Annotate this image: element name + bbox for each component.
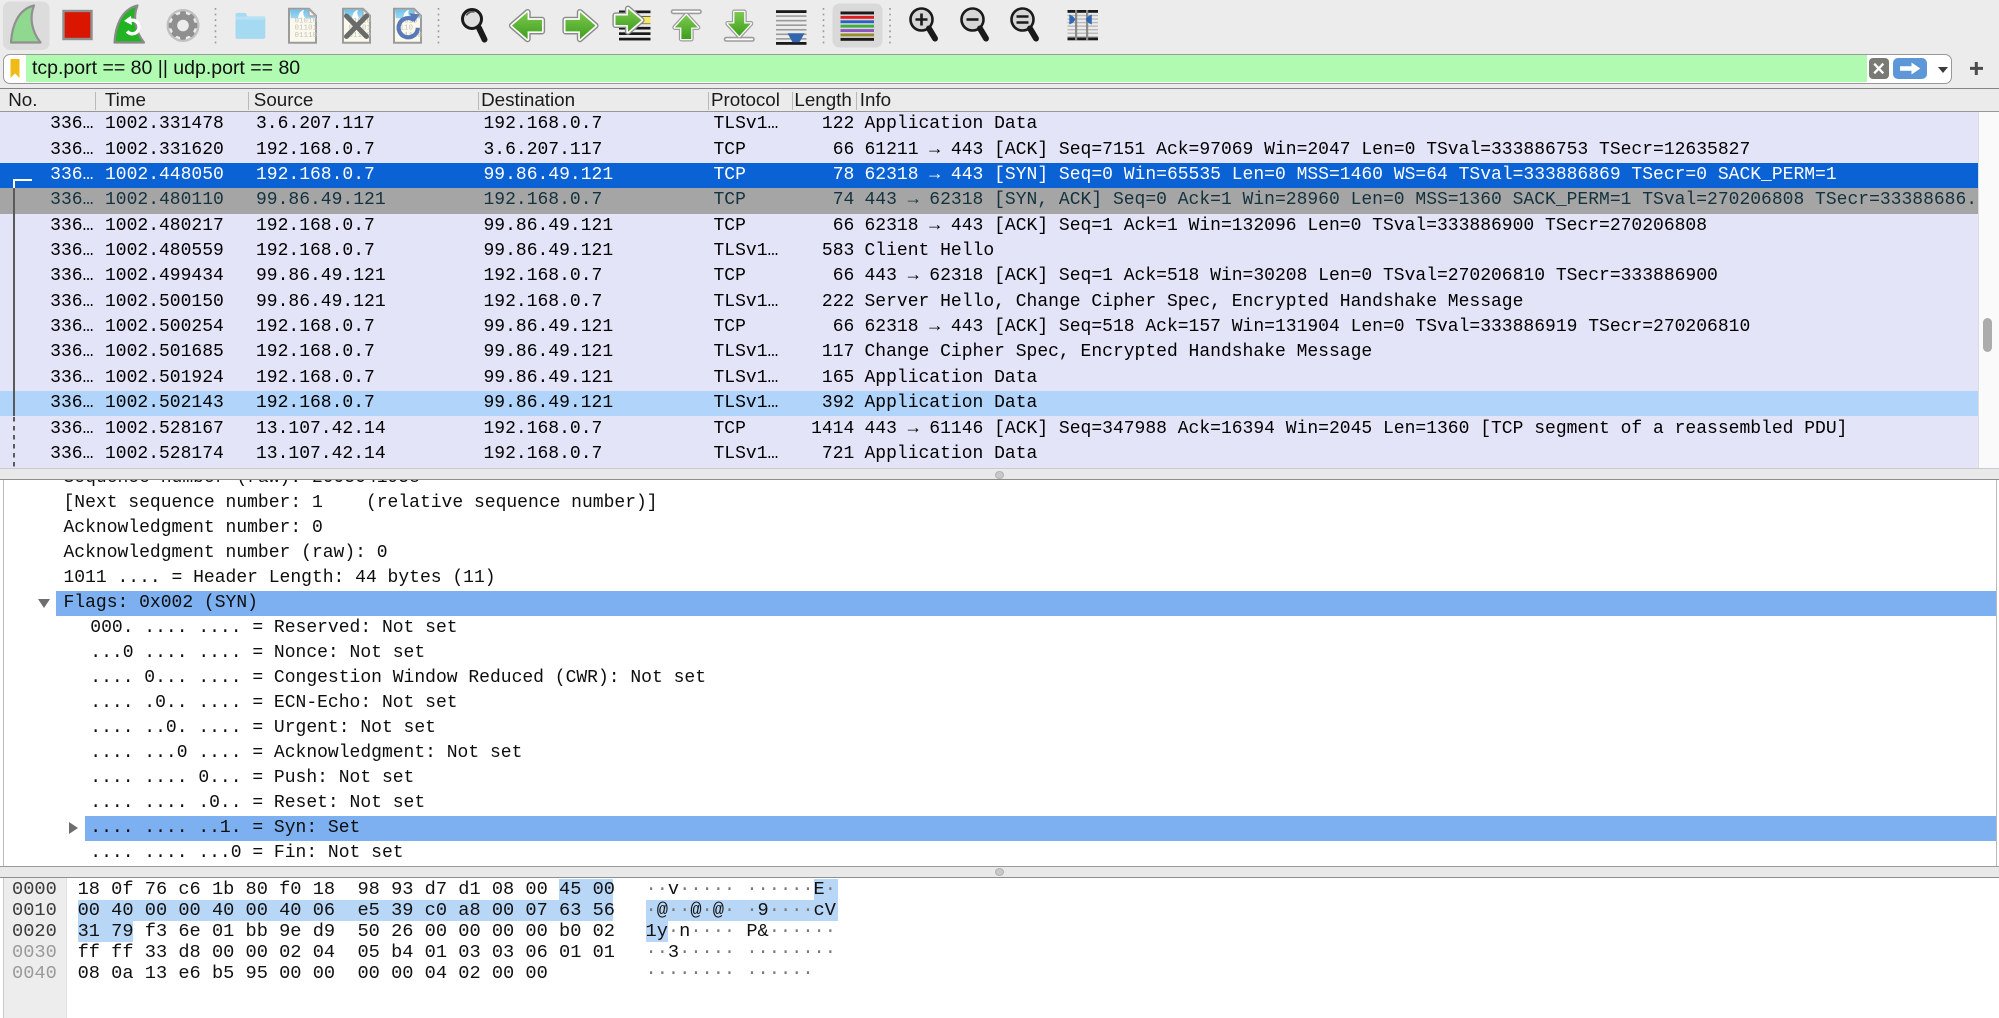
svg-text:01110: 01110 xyxy=(295,32,318,40)
